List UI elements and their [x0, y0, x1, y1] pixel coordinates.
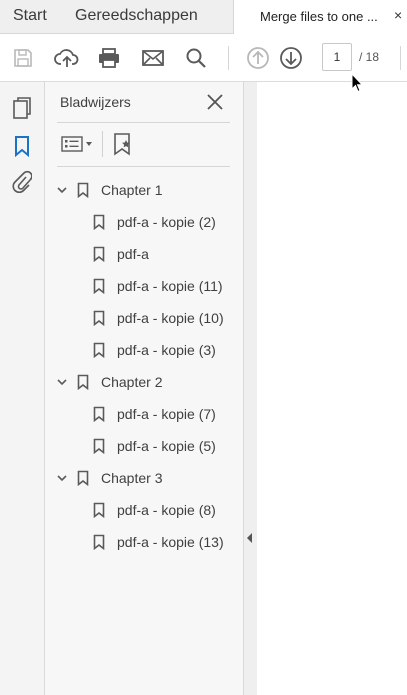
chevron-down-icon[interactable]	[55, 375, 69, 389]
page-down-icon[interactable]	[277, 44, 305, 72]
bookmark-label: pdf-a - kopie (8)	[117, 502, 216, 518]
bookmark-label: Chapter 3	[101, 470, 163, 486]
bookmark-icon	[93, 214, 105, 231]
dropdown-arrow-icon	[86, 142, 92, 146]
bookmark-item[interactable]: pdf-a - kopie (11)	[93, 270, 223, 302]
new-bookmark-button[interactable]	[112, 132, 134, 156]
toolbar-separator	[228, 46, 229, 70]
bookmark-icon	[93, 278, 105, 295]
search-icon[interactable]	[182, 44, 210, 72]
bookmark-icon	[93, 342, 105, 359]
panel-divider	[57, 122, 230, 123]
cloud-upload-icon[interactable]	[53, 44, 81, 72]
bookmark-label: pdf-a - kopie (5)	[117, 438, 216, 454]
bookmark-chapter[interactable]: Chapter 2	[55, 366, 162, 398]
panel-splitter[interactable]	[243, 82, 258, 695]
chevron-down-icon[interactable]	[55, 471, 69, 485]
bookmark-item[interactable]: pdf-a - kopie (3)	[93, 334, 216, 366]
ptool-separator	[102, 131, 103, 157]
tab-start[interactable]: Start	[13, 7, 47, 25]
bookmark-icon	[93, 502, 105, 519]
tab-close-icon[interactable]: ×	[394, 7, 402, 23]
bookmark-icon	[93, 438, 105, 455]
bookmarks-panel: Bladwijzers Chapter 1 pdf-a - kopie (2) pd…	[45, 82, 243, 695]
page-number-input[interactable]: 1	[322, 43, 352, 71]
bookmark-icon	[77, 470, 89, 487]
page-total: / 18	[359, 50, 380, 64]
bookmark-icon	[77, 374, 89, 391]
bookmark-icon	[93, 246, 105, 263]
bookmark-item[interactable]: pdf-a	[93, 238, 149, 270]
mouse-cursor-icon	[351, 72, 364, 98]
bookmark-label: Chapter 2	[101, 374, 163, 390]
bookmark-icon	[77, 182, 89, 199]
bookmark-item[interactable]: pdf-a - kopie (7)	[93, 398, 216, 430]
bookmark-label: pdf-a - kopie (13)	[117, 534, 224, 550]
collapse-panel-icon[interactable]	[247, 533, 252, 543]
bookmark-label: pdf-a - kopie (3)	[117, 342, 216, 358]
panel-title: Bladwijzers	[60, 94, 131, 110]
bookmark-chapter[interactable]: Chapter 3	[55, 462, 162, 494]
bookmark-item[interactable]: pdf-a - kopie (5)	[93, 430, 216, 462]
bookmark-label: pdf-a - kopie (10)	[117, 310, 224, 326]
bookmark-label: pdf-a - kopie (7)	[117, 406, 216, 422]
bookmark-item[interactable]: pdf-a - kopie (10)	[93, 302, 224, 334]
mail-icon[interactable]	[139, 44, 167, 72]
tab-document-title: Merge files to one ...	[260, 9, 378, 24]
bookmark-chapter[interactable]: Chapter 1	[55, 174, 162, 206]
attachment-icon[interactable]	[10, 170, 34, 194]
toolbar-separator-end	[400, 46, 401, 70]
bookmark-item[interactable]: pdf-a - kopie (2)	[93, 206, 216, 238]
save-icon[interactable]	[9, 44, 37, 72]
bookmark-icon	[93, 534, 105, 551]
toolbar: 1 / 18	[0, 34, 407, 82]
bookmark-label: Chapter 1	[101, 182, 163, 198]
bookmark-item[interactable]: pdf-a - kopie (8)	[93, 494, 216, 526]
bookmark-item[interactable]: pdf-a - kopie (13)	[93, 526, 224, 558]
panel-divider-2	[57, 166, 230, 167]
left-rail	[0, 82, 45, 695]
bookmark-panel-icon[interactable]	[10, 134, 34, 158]
chevron-down-icon[interactable]	[55, 183, 69, 197]
tab-tools[interactable]: Gereedschappen	[75, 7, 198, 25]
bookmark-icon	[93, 310, 105, 327]
bookmark-label: pdf-a	[117, 246, 149, 262]
close-panel-icon[interactable]	[205, 92, 225, 112]
tab-document[interactable]: Merge files to one ... ×	[233, 0, 407, 34]
print-icon[interactable]	[95, 44, 123, 72]
document-view[interactable]	[257, 82, 407, 695]
bookmark-icon	[93, 406, 105, 423]
page-up-icon[interactable]	[244, 44, 272, 72]
bookmark-options-button[interactable]	[61, 132, 94, 156]
tab-bar: Start Gereedschappen Merge files to one …	[0, 0, 407, 34]
page-thumbnails-icon[interactable]	[10, 96, 34, 120]
bookmark-label: pdf-a - kopie (11)	[117, 278, 223, 294]
bookmark-label: pdf-a - kopie (2)	[117, 214, 216, 230]
